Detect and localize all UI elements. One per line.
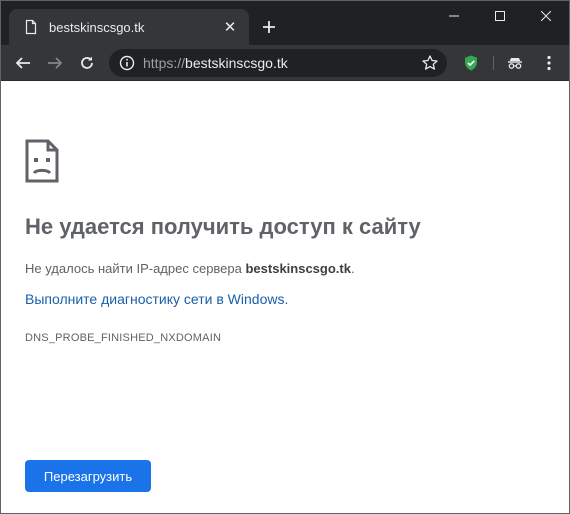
reload-page-button[interactable]: Перезагрузить bbox=[25, 460, 151, 492]
incognito-icon bbox=[508, 58, 522, 69]
star-icon[interactable] bbox=[421, 54, 439, 72]
extension-button[interactable] bbox=[457, 49, 485, 77]
url-host: bestskinscsgo.tk bbox=[185, 55, 288, 71]
toolbar: https://bestskinscsgo.tk bbox=[1, 45, 569, 81]
error-description: Не удалось найти IP-адрес сервера bestsk… bbox=[25, 261, 355, 276]
tab-strip: bestskinscsgo.tk ✕ bbox=[1, 1, 569, 45]
tab-close-icon[interactable]: ✕ bbox=[221, 18, 239, 36]
diagnostics-link[interactable]: Выполните диагностику сети в Windows. bbox=[25, 291, 288, 307]
arrow-left-icon bbox=[15, 57, 30, 69]
description-suffix: . bbox=[350, 261, 355, 276]
sad-document-icon bbox=[25, 139, 59, 183]
address-bar[interactable]: https://bestskinscsgo.tk bbox=[109, 49, 447, 77]
kebab-menu-icon bbox=[547, 55, 551, 71]
forward-button[interactable] bbox=[41, 49, 69, 77]
reload-icon bbox=[81, 56, 93, 69]
maximize-icon bbox=[495, 11, 505, 21]
maximize-button[interactable] bbox=[477, 1, 523, 31]
close-icon bbox=[541, 11, 551, 21]
description-host: bestskinscsgo.tk bbox=[245, 261, 351, 276]
document-icon bbox=[23, 19, 39, 35]
shield-check-icon bbox=[465, 55, 477, 71]
tab-title: bestskinscsgo.tk bbox=[49, 19, 145, 35]
close-window-button[interactable] bbox=[523, 1, 569, 31]
browser-window: bestskinscsgo.tk ✕ https://bestskinscsgo bbox=[0, 0, 570, 514]
page-content: Не удается получить доступ к сайту Не уд… bbox=[1, 81, 569, 513]
plus-icon bbox=[263, 21, 275, 33]
minimize-icon bbox=[449, 15, 459, 17]
arrow-right-icon bbox=[48, 57, 63, 69]
reload-button[interactable] bbox=[73, 49, 101, 77]
minimize-button[interactable] bbox=[431, 1, 477, 31]
toolbar-divider bbox=[493, 56, 494, 70]
back-button[interactable] bbox=[9, 49, 37, 77]
url-text: https://bestskinscsgo.tk bbox=[143, 55, 288, 71]
tab-active[interactable]: bestskinscsgo.tk ✕ bbox=[9, 9, 249, 45]
url-scheme: https:// bbox=[143, 55, 186, 71]
error-code: DNS_PROBE_FINISHED_NXDOMAIN bbox=[25, 332, 222, 344]
profile-button[interactable] bbox=[501, 49, 529, 77]
info-icon[interactable] bbox=[119, 55, 135, 71]
new-tab-button[interactable] bbox=[255, 15, 283, 39]
description-prefix: Не удалось найти IP-адрес сервера bbox=[25, 261, 246, 276]
menu-button[interactable] bbox=[535, 49, 563, 77]
page-title: Не удается получить доступ к сайту bbox=[25, 214, 421, 239]
